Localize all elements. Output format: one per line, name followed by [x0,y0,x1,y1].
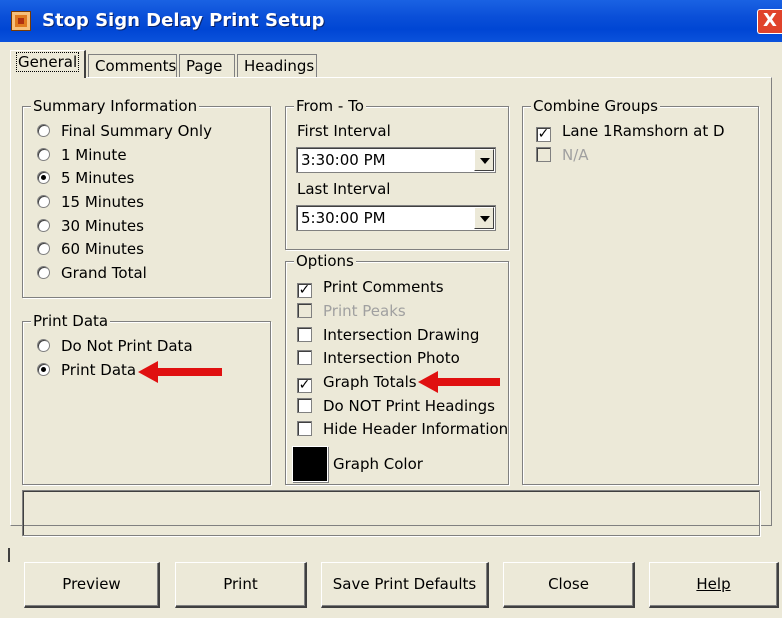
radio-button-icon [37,219,50,232]
radio-label: Print Data [61,361,137,379]
radio-button-selected-icon [37,171,50,184]
radio-label: 15 Minutes [61,193,144,211]
tab-page-label: Page [186,57,223,75]
options-legend: Options [294,252,356,270]
checkbox-graph-totals[interactable]: ✓ Graph Totals [297,372,417,394]
checkbox-icon [297,327,312,342]
checkbox-disabled-icon [536,147,551,162]
tab-general[interactable]: General [10,50,86,78]
last-interval-select[interactable]: 5:30:00 PM [296,205,496,231]
red-arrow-icon [138,361,222,383]
checkbox-lane-1-ramshorn[interactable]: ✓ Lane 1Ramshorn at D [536,121,725,143]
summary-information-legend: Summary Information [31,97,200,115]
radio-1-minute[interactable]: 1 Minute [37,145,127,167]
print-data-legend: Print Data [31,312,111,330]
radio-label: Final Summary Only [61,122,212,140]
checkbox-label: Print Comments [323,278,444,296]
checkbox-label: Do NOT Print Headings [323,397,495,415]
checkbox-na: N/A [536,145,589,167]
divider [8,548,10,562]
checkbox-icon [297,350,312,365]
radio-button-icon [37,266,50,279]
help-button[interactable]: Help [649,562,779,608]
checkbox-intersection-photo[interactable]: Intersection Photo [297,348,460,370]
checkbox-intersection-drawing[interactable]: Intersection Drawing [297,325,479,347]
red-arrow-icon [418,371,500,393]
first-interval-label: First Interval [297,122,391,140]
help-button-label: Help [696,575,731,593]
radio-button-selected-icon [37,363,50,376]
tab-comments[interactable]: Comments [88,54,177,78]
save-print-defaults-button[interactable]: Save Print Defaults [321,562,489,608]
last-interval-value: 5:30:00 PM [301,209,386,227]
preview-button[interactable]: Preview [24,562,160,608]
print-data-group: Print Data Do Not Print Data Print Data [22,312,271,485]
radio-label: 1 Minute [61,146,127,164]
radio-15-minutes[interactable]: 15 Minutes [37,192,144,214]
checkbox-icon [297,421,312,436]
radio-label: 60 Minutes [61,240,144,258]
checkbox-label: Print Peaks [323,302,406,320]
window-title: Stop Sign Delay Print Setup [42,10,325,31]
first-interval-value: 3:30:00 PM [301,151,386,169]
checkbox-print-comments[interactable]: ✓ Print Comments [297,277,444,299]
radio-print-data[interactable]: Print Data [37,360,136,382]
combine-groups-legend: Combine Groups [531,97,660,115]
checkbox-label: Lane 1Ramshorn at D [562,122,725,140]
checkbox-label: N/A [562,146,589,164]
radio-button-icon [37,339,50,352]
summary-information-group: Summary Information Final Summary Only 1… [22,97,271,298]
chevron-down-icon[interactable] [474,207,494,229]
radio-button-icon [37,148,50,161]
combine-groups-group: Combine Groups ✓ Lane 1Ramshorn at D N/A [522,97,759,485]
radio-grand-total[interactable]: Grand Total [37,263,147,285]
checkbox-label: Hide Header Information [323,420,509,438]
print-button[interactable]: Print [175,562,307,608]
checkbox-checked-icon: ✓ [536,126,551,142]
radio-button-icon [37,195,50,208]
checkbox-checked-icon: ✓ [297,377,312,393]
tab-headings-label: Headings [244,57,315,75]
tab-general-label: General [15,52,80,72]
from-to-legend: From - To [294,97,366,115]
checkbox-do-not-print-headings[interactable]: Do NOT Print Headings [297,396,495,418]
checkbox-label: Intersection Drawing [323,326,480,344]
checkbox-print-peaks: Print Peaks [297,301,406,323]
graph-color-swatch[interactable] [292,446,328,482]
radio-button-icon [37,242,50,255]
chevron-down-icon[interactable] [474,149,494,171]
radio-60-minutes[interactable]: 60 Minutes [37,239,144,261]
last-interval-label: Last Interval [297,180,391,198]
checkbox-hide-header-information[interactable]: Hide Header Information [297,419,508,441]
checkbox-label: Intersection Photo [323,349,460,367]
status-box [22,490,760,536]
radio-do-not-print-data[interactable]: Do Not Print Data [37,336,193,358]
graph-color-label: Graph Color [333,455,423,473]
radio-5-minutes[interactable]: 5 Minutes [37,168,134,190]
checkbox-disabled-icon [297,303,312,318]
from-to-group: From - To First Interval 3:30:00 PM Last… [285,97,509,250]
tab-headings[interactable]: Headings [237,54,317,78]
checkbox-checked-icon: ✓ [297,282,312,298]
title-bar: Stop Sign Delay Print Setup X [0,0,782,42]
radio-label: 30 Minutes [61,217,144,235]
radio-label: Grand Total [61,264,147,282]
checkbox-icon [297,398,312,413]
close-button[interactable]: Close [503,562,635,608]
tab-comments-label: Comments [95,57,177,75]
radio-label: Do Not Print Data [61,337,193,355]
close-window-button[interactable]: X [757,9,782,34]
radio-30-minutes[interactable]: 30 Minutes [37,216,144,238]
radio-final-summary-only[interactable]: Final Summary Only [37,121,212,143]
app-icon [11,11,31,31]
tab-page[interactable]: Page [179,54,235,78]
first-interval-select[interactable]: 3:30:00 PM [296,147,496,173]
radio-button-icon [37,124,50,137]
radio-label: 5 Minutes [61,169,135,187]
checkbox-label: Graph Totals [323,373,417,391]
